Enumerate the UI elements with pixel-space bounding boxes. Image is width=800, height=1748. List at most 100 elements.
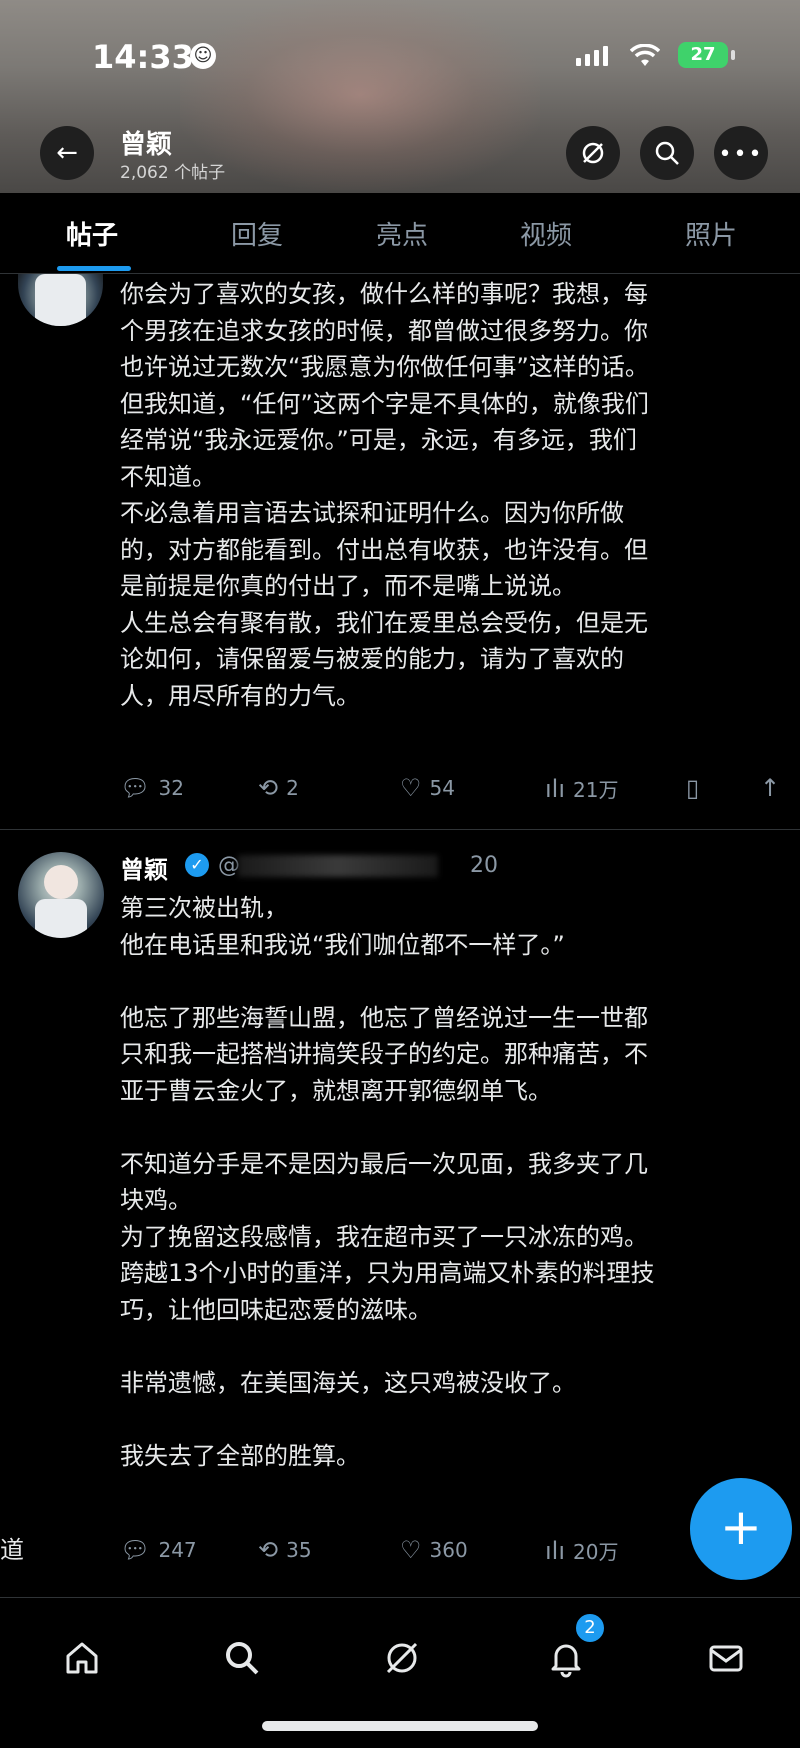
post-line: [120, 1109, 655, 1146]
post-count: 2,062 个帖子: [120, 163, 226, 183]
back-arrow-icon: ←: [56, 138, 78, 168]
redacted-handle: [238, 855, 438, 877]
tab-videos[interactable]: 视频: [520, 215, 572, 252]
views-button[interactable]: ılı 20万: [545, 1536, 618, 1565]
status-time: 14:33: [92, 38, 194, 76]
post-line: 我失去了全部的胜算。: [120, 1441, 360, 1470]
nav-home[interactable]: [52, 1638, 112, 1687]
post-line: 块鸡。: [120, 1186, 192, 1214]
post-line: 论如何，请保留爱与被爱的能力，请为了喜欢的: [120, 645, 624, 673]
home-indicator[interactable]: [262, 1721, 538, 1731]
tab-photos[interactable]: 照片: [685, 215, 737, 252]
post-divider: [0, 829, 800, 830]
nav-search[interactable]: [212, 1638, 272, 1687]
tab-posts[interactable]: 帖子: [66, 215, 118, 252]
avatar[interactable]: [18, 274, 103, 326]
reply-icon: 💬︎: [120, 1536, 151, 1564]
post-line: 非常遗憾，在美国海关，这只鸡被没收了。: [120, 1368, 576, 1397]
notification-badge: 2: [574, 1612, 606, 1644]
banner-image: [180, 0, 540, 190]
post-line: 个男孩在追求女孩的时候，都曾做过很多努力。你: [120, 316, 648, 345]
compose-button[interactable]: +: [690, 1478, 792, 1580]
reply-count: 32: [158, 776, 184, 800]
author-name[interactable]: 曾颖: [120, 850, 168, 885]
like-button[interactable]: ♡ 54: [400, 774, 455, 802]
grok-icon: [386, 1642, 418, 1674]
share-button[interactable]: ↑: [760, 774, 780, 802]
reply-button[interactable]: 💬︎ 32: [120, 774, 184, 802]
profile-tabs: 帖子 回复 亮点 视频 照片: [0, 193, 800, 274]
cellular-signal-icon: [576, 46, 608, 66]
post-line: 巧，让他回味起恋爱的滋味。: [120, 1295, 432, 1324]
focus-mode-icon: ☺: [190, 43, 216, 69]
grok-button[interactable]: [566, 126, 620, 180]
view-count: 21万: [573, 778, 619, 802]
tab-highlights[interactable]: 亮点: [376, 215, 428, 252]
bookmark-button[interactable]: ▯: [686, 774, 699, 802]
active-tab-indicator: [57, 266, 131, 271]
view-count: 20万: [573, 1540, 619, 1564]
author-handle: @: [218, 853, 240, 878]
post-line: 只和我一起搭档讲搞笑段子的约定。那种痛苦，不: [120, 1040, 648, 1068]
nav-grok[interactable]: [372, 1638, 432, 1687]
home-icon: [66, 1642, 98, 1674]
more-icon: •••: [718, 142, 764, 167]
post-line: 人，用尽所有的力气。: [120, 681, 360, 710]
repost-button[interactable]: ⟲ 35: [258, 1536, 312, 1564]
like-count: 54: [429, 776, 455, 800]
like-count: 360: [429, 1538, 468, 1562]
repost-button[interactable]: ⟲ 2: [258, 774, 299, 802]
profile-name: 曾颖: [120, 130, 173, 160]
views-icon: ılı: [545, 774, 566, 803]
post-line: 你会为了喜欢的女孩，做什么样的事呢？我想，每: [120, 280, 648, 308]
wifi-icon: [629, 42, 661, 75]
reply-count: 247: [158, 1538, 197, 1562]
messages-icon: [709, 1645, 743, 1672]
back-button[interactable]: ←: [40, 126, 94, 180]
repost-count: 35: [286, 1538, 312, 1562]
bookmark-icon: ▯: [686, 774, 700, 802]
post-line: 跨越13个小时的重洋，只为用高端又朴素的料理技: [120, 1259, 655, 1287]
more-button[interactable]: •••: [714, 126, 768, 180]
post-line: [120, 1401, 655, 1438]
post-line: 为了挽留这段感情，我在超市买了一只冰冻的鸡。: [120, 1222, 648, 1251]
repost-count: 2: [286, 776, 299, 800]
clipped-text: 道: [0, 1536, 24, 1564]
verified-badge-icon: ✓: [185, 853, 209, 877]
heart-icon: ♡: [400, 1536, 422, 1564]
nav-notifications[interactable]: [536, 1638, 596, 1687]
post-line: 亚于曹云金火了，就想离开郭德纲单飞。: [120, 1076, 552, 1105]
grok-icon: [582, 142, 604, 164]
post-line: 人生总会有聚有散，我们在爱里总会受伤，但是无: [120, 608, 648, 637]
search-icon: [226, 1642, 259, 1675]
tab-replies[interactable]: 回复: [231, 215, 283, 252]
nav-messages[interactable]: [696, 1638, 756, 1687]
post-line: 不必急着用言语去试探和证明什么。因为你所做: [120, 499, 624, 527]
notifications-icon: [551, 1644, 581, 1678]
post-line: 不知道分手是不是因为最后一次见面，我多夹了几: [120, 1149, 648, 1178]
like-button[interactable]: ♡ 360: [400, 1536, 468, 1564]
share-icon: ↑: [760, 774, 781, 802]
post-timestamp[interactable]: 20: [470, 853, 498, 878]
post-line: 是前提是你真的付出了，而不是嘴上说说。: [120, 572, 576, 600]
avatar[interactable]: [18, 852, 104, 938]
post-line: [120, 1328, 655, 1365]
views-button[interactable]: ılı 21万: [545, 774, 618, 803]
reply-icon: 💬︎: [120, 774, 151, 802]
post-line: 他在电话里和我说“我们咖位都不一样了。”: [120, 930, 565, 959]
post-text: 第三次被出轨， 他在电话里和我说“我们咖位都不一样了。” 他忘了那些海誓山盟，他…: [120, 890, 655, 1474]
post-line: 他忘了那些海誓山盟，他忘了曾经说过一生一世都: [120, 1003, 648, 1032]
search-icon: [655, 141, 679, 165]
post-line: 第三次被出轨，: [120, 894, 288, 922]
post-line: [120, 963, 655, 1000]
repost-icon: ⟲: [258, 774, 279, 802]
post-line: 不知道。: [120, 462, 216, 491]
post-line: 的，对方都能看到。付出总有收获，也许没有。但: [120, 535, 648, 564]
heart-icon: ♡: [400, 774, 422, 802]
views-icon: ılı: [545, 1536, 566, 1565]
search-button[interactable]: [640, 126, 694, 180]
post-text: 你会为了喜欢的女孩，做什么样的事呢？我想，每 个男孩在追求女孩的时候，都曾做过很…: [120, 276, 649, 714]
reply-button[interactable]: 💬︎ 247: [120, 1536, 197, 1564]
post-line: 也许说过无数次“我愿意为你做任何事”这样的话。: [120, 353, 649, 381]
battery-indicator: 27: [678, 42, 728, 68]
